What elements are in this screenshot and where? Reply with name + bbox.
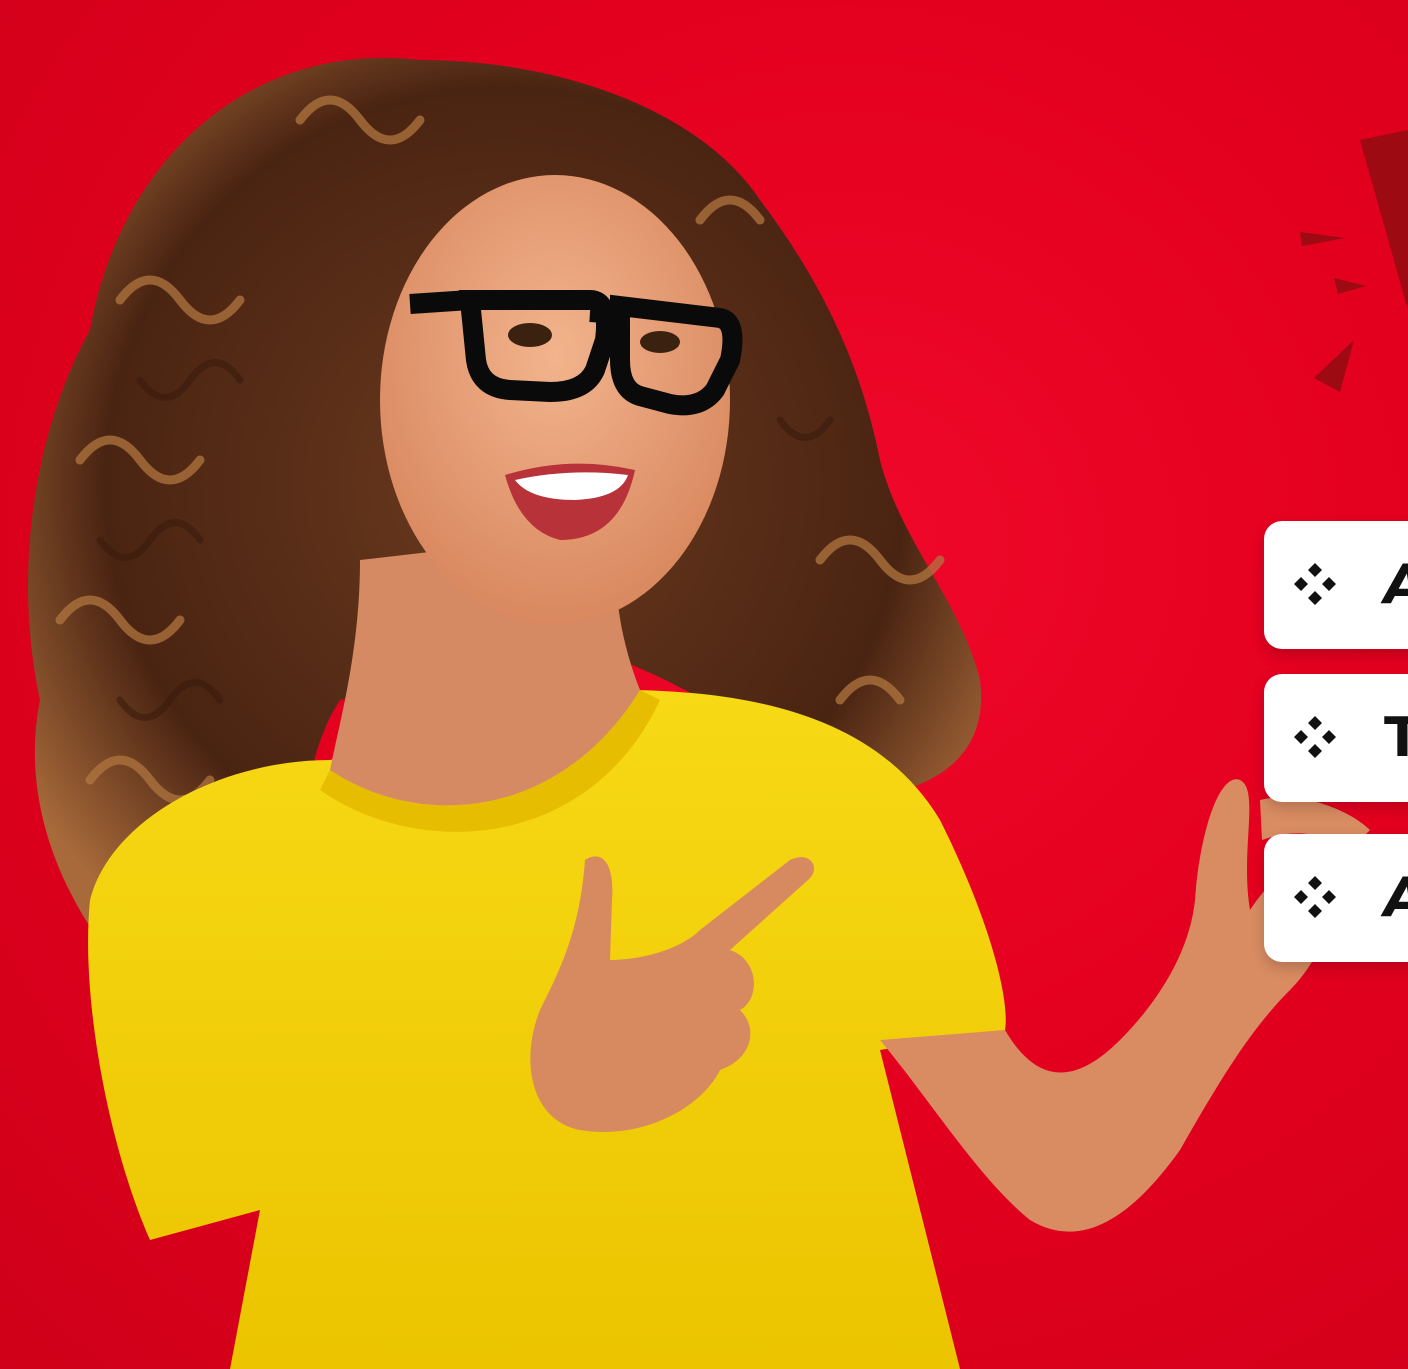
info-card-1-text: A xyxy=(1384,555,1408,615)
banner-image: A T A xyxy=(0,0,1408,1369)
info-card-2[interactable]: T xyxy=(1264,674,1408,802)
four-diamond-bullet-icon xyxy=(1294,563,1336,605)
info-card-3[interactable]: A xyxy=(1264,834,1408,962)
info-card-2-text: T xyxy=(1384,706,1408,769)
info-card-1[interactable]: A xyxy=(1264,521,1408,649)
four-diamond-bullet-icon xyxy=(1294,876,1336,918)
four-diamond-bullet-icon xyxy=(1294,716,1336,758)
decorative-accents xyxy=(1300,130,1408,392)
woman-pointing-photo xyxy=(28,57,1408,1369)
info-card-3-text: A xyxy=(1384,868,1408,928)
